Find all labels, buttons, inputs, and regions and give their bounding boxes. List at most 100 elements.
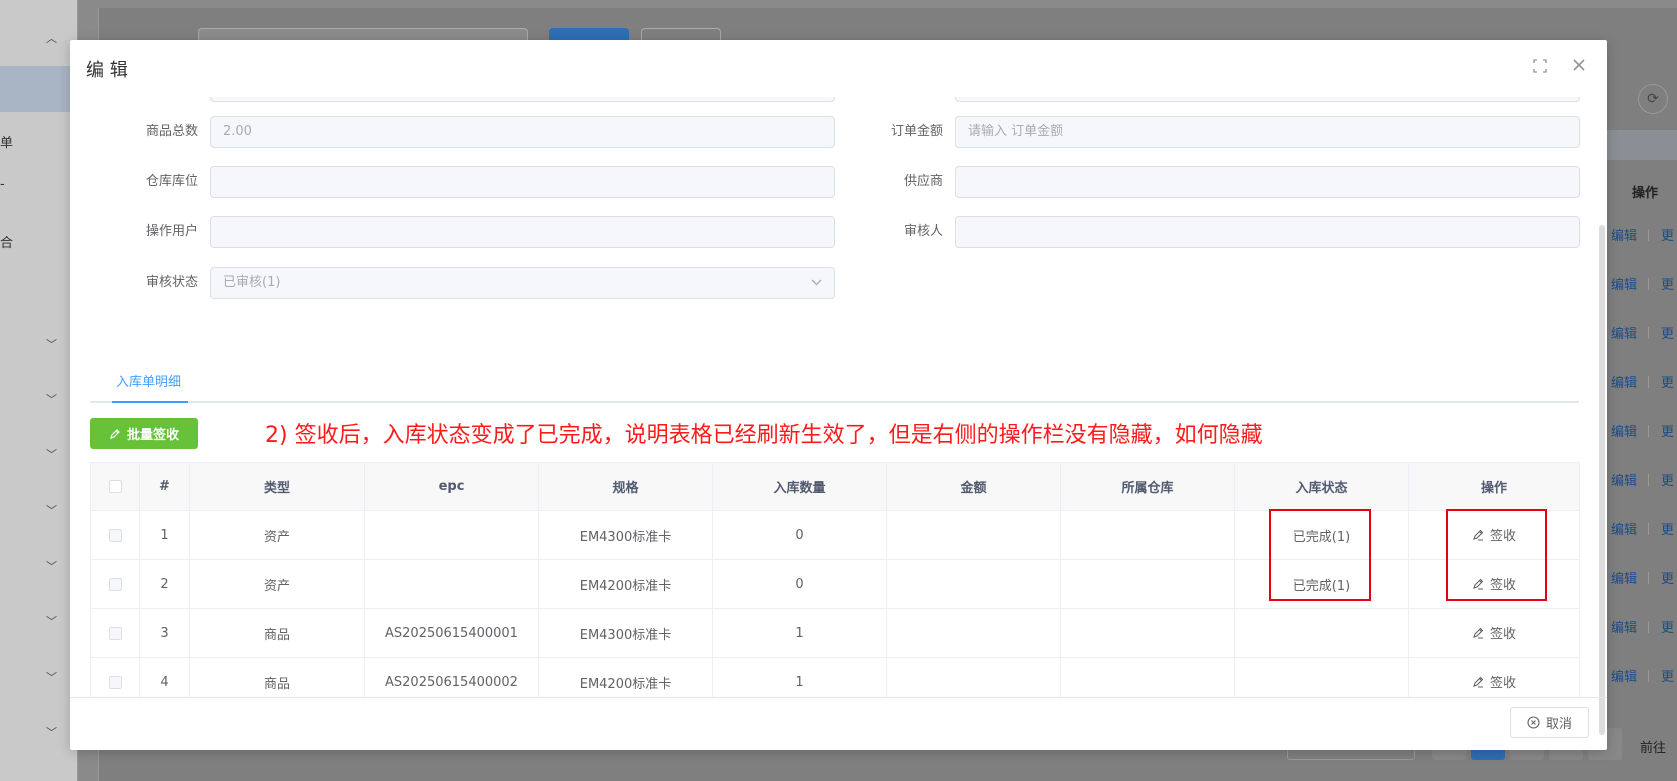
select-all-checkbox[interactable]: [108, 480, 122, 493]
background-separator: [1648, 670, 1649, 682]
form-input-cut: [210, 97, 835, 102]
column-header: 入库数量: [712, 462, 887, 511]
chevron-down-icon: ﹀: [46, 393, 57, 406]
review-status-value: 已审核(1): [223, 275, 281, 290]
cell-type: 资产: [189, 510, 365, 560]
warehouse-location-input[interactable]: [210, 166, 835, 198]
close-icon[interactable]: [1570, 56, 1590, 76]
supplier-input[interactable]: [955, 166, 1580, 198]
cell-no: 4: [139, 657, 190, 697]
tab-inbound-detail[interactable]: 入库单明细: [108, 367, 189, 399]
total-qty-input[interactable]: 2.00: [210, 116, 835, 148]
row-checkbox[interactable]: [108, 528, 122, 542]
order-amount-input[interactable]: 请输入 订单金额: [955, 116, 1580, 148]
table-row: 3 商品 AS20250615400001 EM4300标准卡 1 签收: [90, 608, 1580, 658]
cell-epc: [364, 510, 539, 560]
batch-sign-button[interactable]: 批量签收: [90, 418, 198, 449]
cell-spec: EM4300标准卡: [538, 608, 713, 658]
background-separator: [1648, 278, 1649, 290]
sidebar-active-item: [0, 66, 78, 112]
total-qty-label: 商品总数: [145, 124, 198, 139]
background-separator: [1648, 621, 1649, 633]
cell-warehouse: [1060, 608, 1235, 658]
edit-icon: [1473, 676, 1484, 688]
background-more-link: 更: [1661, 376, 1675, 391]
chevron-down-icon: ﹀: [46, 448, 57, 461]
cell-type: 商品: [189, 657, 365, 697]
background-more-link: 更: [1661, 425, 1675, 440]
review-status-select[interactable]: 已审核(1): [210, 267, 835, 299]
row-checkbox[interactable]: [108, 675, 122, 689]
background-more-link: 更: [1661, 621, 1675, 636]
chevron-down-icon: ﹀: [46, 671, 57, 684]
cell-operation: 签收: [1408, 608, 1580, 658]
background-more-link: 更: [1661, 229, 1675, 244]
sign-button[interactable]: 签收: [1472, 672, 1516, 691]
background-edit-link: 编辑: [1611, 376, 1638, 391]
edit-dialog: 编 辑 商品总数 2.00 订单金额 请输入 订单金额 仓库库位 供应商 操作用…: [70, 40, 1607, 750]
order-amount-label: 订单金额: [890, 124, 943, 139]
background-edit-link: 编辑: [1611, 474, 1638, 489]
background-edit-link: 编辑: [1611, 327, 1638, 342]
background-separator: [1648, 474, 1649, 486]
close-circle-icon: [1527, 716, 1540, 729]
operator-label: 操作用户: [145, 224, 198, 239]
highlight-status-box: [1269, 509, 1371, 601]
background-edit-link: 编辑: [1611, 425, 1638, 440]
cell-amount: [886, 510, 1061, 560]
background-reset-button: [641, 28, 721, 40]
column-header: #: [139, 462, 190, 511]
background-more-link: 更: [1661, 523, 1675, 538]
cell-status: [1234, 608, 1409, 658]
background-edit-link: 编辑: [1611, 229, 1638, 244]
background-separator: [1648, 572, 1649, 584]
warehouse-location-label: 仓库库位: [145, 174, 198, 189]
select-all-cell: [90, 462, 140, 511]
dialog-scrollbar[interactable]: [1599, 225, 1605, 735]
background-separator: [1648, 229, 1649, 241]
row-select-cell: [90, 657, 140, 697]
background-goto-label: 前往: [1640, 741, 1667, 756]
background-edit-link: 编辑: [1611, 278, 1638, 293]
reviewer-input[interactable]: [955, 216, 1580, 248]
sidebar-item-label: -: [0, 177, 5, 192]
row-checkbox[interactable]: [108, 626, 122, 640]
chevron-up-icon: ︿: [46, 32, 57, 45]
cell-epc: AS20250615400002: [364, 657, 539, 697]
row-checkbox[interactable]: [108, 577, 122, 591]
highlight-operation-box: [1446, 509, 1547, 601]
cancel-button[interactable]: 取消: [1510, 707, 1589, 738]
dialog-header: 编 辑: [70, 40, 1607, 97]
background-more-link: 更: [1661, 670, 1675, 685]
operator-input[interactable]: [210, 216, 835, 248]
cell-amount: [886, 657, 1061, 697]
cell-status: [1234, 657, 1409, 697]
background-separator: [1648, 376, 1649, 388]
cell-qty: 0: [712, 510, 887, 560]
background-search-button: [549, 28, 629, 40]
cell-amount: [886, 608, 1061, 658]
background-table-header: [1605, 130, 1677, 160]
column-header: 规格: [538, 462, 713, 511]
cell-spec: EM4200标准卡: [538, 657, 713, 697]
background-op-title: 操作: [1632, 186, 1659, 201]
cell-warehouse: [1060, 510, 1235, 560]
supplier-label: 供应商: [903, 174, 943, 189]
background-more-link: 更: [1661, 474, 1675, 489]
table-header-row: # 类型 epc 规格 入库数量 金额 所属仓库 入库状态 操作: [90, 462, 1580, 511]
row-select-cell: [90, 559, 140, 609]
dialog-title: 编 辑: [86, 60, 128, 81]
chevron-down-icon: ﹀: [46, 615, 57, 628]
table-row: 4 商品 AS20250615400002 EM4200标准卡 1 签收: [90, 657, 1580, 697]
cell-warehouse: [1060, 559, 1235, 609]
fullscreen-icon[interactable]: [1532, 58, 1550, 76]
sidebar-item-label: 合: [0, 236, 14, 251]
sign-button[interactable]: 签收: [1472, 623, 1516, 642]
column-header: 所属仓库: [1060, 462, 1235, 511]
cell-qty: 0: [712, 559, 887, 609]
background-sidebar: ︿ 单 - 合 ﹀ ﹀ ﹀ ﹀ ﹀ ﹀ ﹀ ﹀: [0, 0, 78, 781]
cell-amount: [886, 559, 1061, 609]
cell-operation: 签收: [1408, 657, 1580, 697]
cancel-label: 取消: [1545, 717, 1572, 732]
annotation-text: 2) 签收后，入库状态变成了已完成，说明表格已经刷新生效了，但是右侧的操作栏没有…: [265, 423, 1263, 448]
